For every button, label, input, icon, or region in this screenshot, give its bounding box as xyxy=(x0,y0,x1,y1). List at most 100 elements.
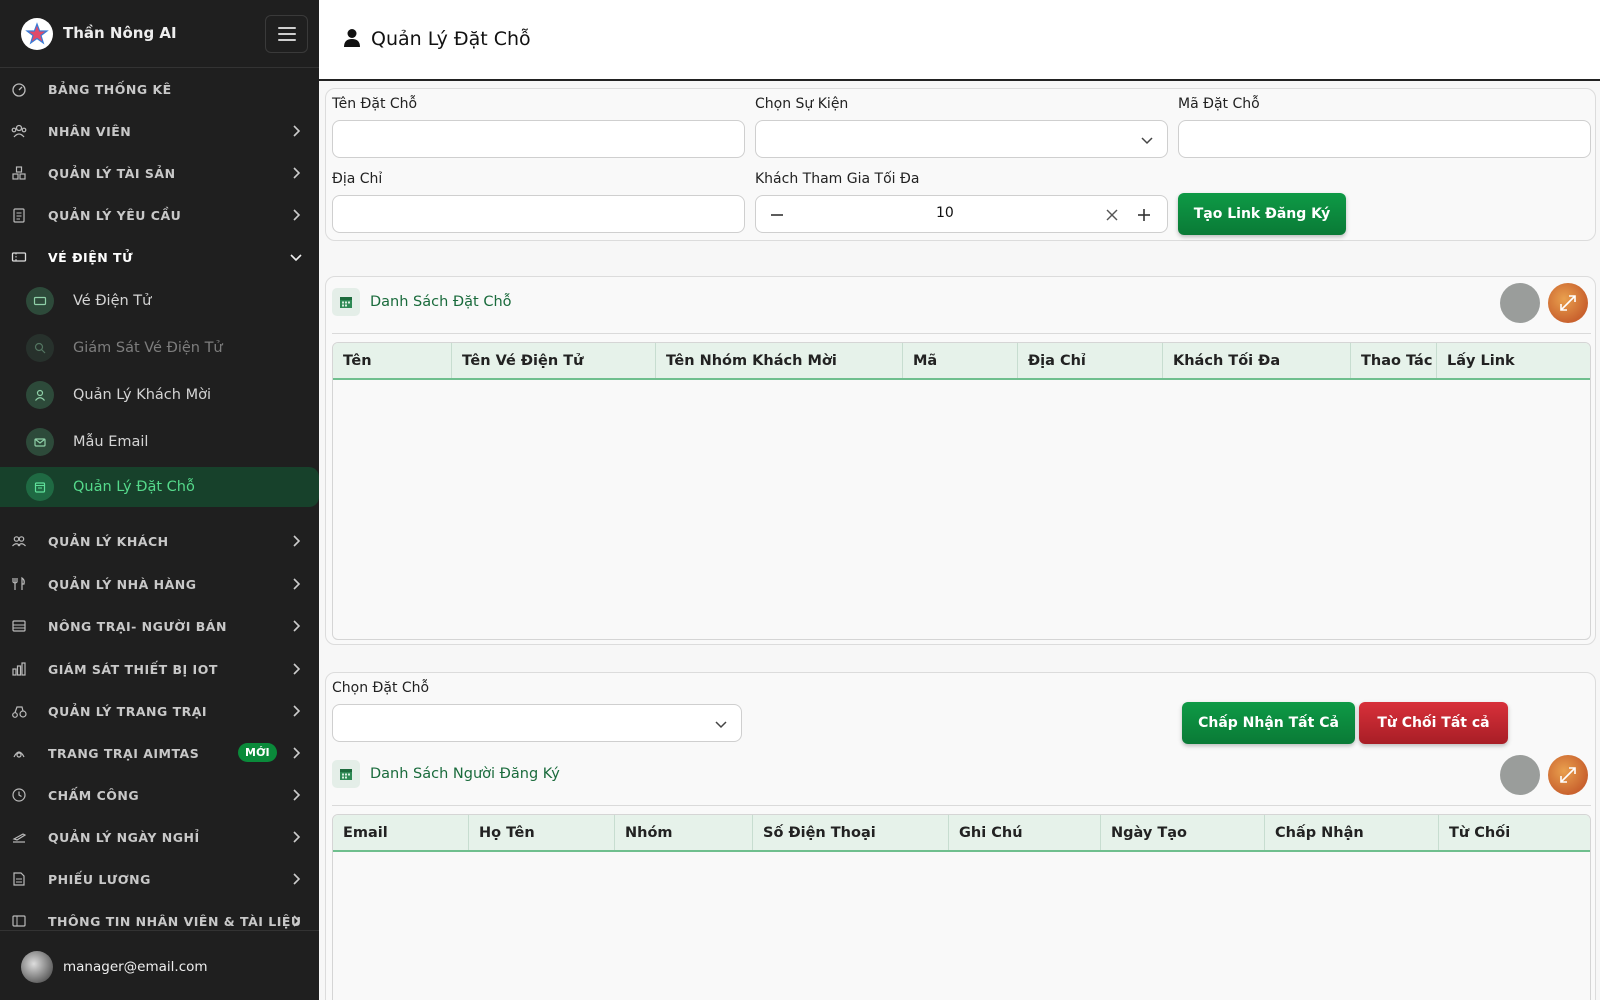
booking-form: Tên Đặt Chỗ Chọn Sự Kiện Mã Đặt Chỗ Địa … xyxy=(325,88,1596,241)
reject-all-button[interactable]: Từ Chối Tất cả xyxy=(1359,702,1508,744)
column-header[interactable]: Ghi Chú xyxy=(949,815,1101,850)
booking-name-label: Tên Đặt Chỗ xyxy=(332,96,418,112)
sidebar-item-label: CHẤM CÔNG xyxy=(48,787,140,803)
sidebar: Thần Nông AI BẢNG THỐNG KÊ NHÂN VIÊN QUẢ… xyxy=(0,0,319,1000)
column-header[interactable]: Email xyxy=(333,815,469,850)
sidebar-item-employee-documents[interactable]: THÔNG TIN NHÂN VIÊN & TÀI LIỆU xyxy=(0,900,319,930)
column-header[interactable]: Họ Tên xyxy=(469,815,615,850)
chevron-right-icon xyxy=(293,663,301,675)
sidebar-item-label: QUẢN LÝ NHÀ HÀNG xyxy=(48,576,197,592)
column-header[interactable]: Ngày Tạo xyxy=(1101,815,1265,850)
dashboard-icon xyxy=(11,81,27,97)
column-header[interactable]: Lấy Link xyxy=(1437,343,1590,378)
plus-icon[interactable] xyxy=(1137,208,1151,222)
sidebar-item-assets[interactable]: QUẢN LÝ TÀI SẢN xyxy=(0,152,319,194)
menu-toggle-button[interactable] xyxy=(265,15,308,53)
sidebar-subitem-email-template[interactable]: Mẫu Email xyxy=(0,421,319,463)
chevron-right-icon xyxy=(293,747,301,759)
minus-icon[interactable] xyxy=(770,208,784,222)
assets-icon xyxy=(11,165,27,181)
sidebar-item-guests[interactable]: QUẢN LÝ KHÁCH xyxy=(0,520,319,562)
sidebar-item-requests[interactable]: QUẢN LÝ YÊU CẦU xyxy=(0,194,319,236)
column-header[interactable]: Số Điện Thoại xyxy=(753,815,949,850)
booking-name-input[interactable] xyxy=(332,120,745,158)
clear-icon[interactable] xyxy=(1106,209,1118,221)
column-header[interactable]: Tên Vé Điện Tử xyxy=(452,343,656,378)
sidebar-item-staff[interactable]: NHÂN VIÊN xyxy=(0,110,319,152)
monitor-icon xyxy=(26,334,54,362)
chevron-right-icon xyxy=(293,578,301,590)
aimtas-icon xyxy=(11,745,27,761)
booking-list-title: Danh Sách Đặt Chỗ xyxy=(370,294,512,310)
booking-code-input[interactable] xyxy=(1178,120,1591,158)
address-input[interactable] xyxy=(332,195,745,233)
sidebar-item-payslip[interactable]: PHIẾU LƯƠNG xyxy=(0,858,319,900)
sidebar-item-dashboard[interactable]: BẢNG THỐNG KÊ xyxy=(0,68,319,110)
column-header[interactable]: Thao Tác xyxy=(1351,343,1437,378)
leave-icon xyxy=(11,829,27,845)
sidebar-subitem-e-ticket[interactable]: Vé Điện Tử xyxy=(0,280,319,322)
sidebar-subitem-e-ticket-monitor[interactable]: Giám Sát Vé Điện Tử xyxy=(0,327,319,369)
farm-icon xyxy=(11,703,27,719)
sidebar-item-farm-seller[interactable]: NÔNG TRẠI- NGƯỜI BÁN xyxy=(0,605,319,647)
sidebar-item-label: PHIẾU LƯƠNG xyxy=(48,871,151,887)
expand-button[interactable] xyxy=(1548,283,1588,323)
booking-select-label: Chọn Đặt Chỗ xyxy=(332,680,430,696)
sidebar-item-label: QUẢN LÝ TÀI SẢN xyxy=(48,165,176,181)
column-header[interactable]: Khách Tối Đa xyxy=(1163,343,1351,378)
chevron-right-icon xyxy=(293,705,301,717)
sidebar-item-e-ticket[interactable]: VÉ ĐIỆN TỬ xyxy=(0,236,319,278)
sidebar-item-leave[interactable]: QUẢN LÝ NGÀY NGHỈ xyxy=(0,816,319,858)
chevron-right-icon xyxy=(293,789,301,801)
page-title: Quản Lý Đặt Chỗ xyxy=(371,28,531,50)
column-header[interactable]: Chấp Nhận xyxy=(1265,815,1439,850)
sidebar-item-timekeeping[interactable]: CHẤM CÔNG xyxy=(0,774,319,816)
column-header[interactable]: Mã xyxy=(903,343,1018,378)
clock-icon xyxy=(11,787,27,803)
sidebar-item-aimtas[interactable]: TRANG TRẠI AIMTAS MỚI xyxy=(0,732,319,774)
chevron-down-icon xyxy=(1141,137,1153,145)
sidebar-item-label: THÔNG TIN NHÂN VIÊN & TÀI LIỆU xyxy=(48,913,302,929)
requests-icon xyxy=(11,207,27,223)
column-header[interactable]: Địa Chỉ xyxy=(1018,343,1163,378)
chevron-down-icon xyxy=(290,254,302,262)
max-guests-value[interactable]: 10 xyxy=(936,205,954,221)
user-profile[interactable]: manager@email.com xyxy=(0,930,319,1000)
column-header[interactable]: Nhóm xyxy=(615,815,753,850)
create-registration-link-button[interactable]: Tạo Link Đăng Ký xyxy=(1178,193,1346,235)
calendar-icon xyxy=(332,760,360,788)
column-header[interactable]: Từ Chối xyxy=(1439,815,1590,850)
chevron-right-icon xyxy=(293,535,301,547)
sidebar-subitem-guest-management[interactable]: Quản Lý Khách Mời xyxy=(0,374,319,416)
sidebar-subitem-booking-management[interactable]: Quản Lý Đặt Chỗ xyxy=(0,467,319,507)
refresh-button[interactable] xyxy=(1500,755,1540,795)
payslip-icon xyxy=(11,871,27,887)
sidebar-item-farm[interactable]: QUẢN LÝ TRANG TRẠI xyxy=(0,690,319,732)
table-header: Email Họ Tên Nhóm Số Điện Thoại Ghi Chú … xyxy=(333,815,1590,852)
brand-header: Thần Nông AI xyxy=(0,0,319,68)
sidebar-item-restaurant[interactable]: QUẢN LÝ NHÀ HÀNG xyxy=(0,563,319,605)
refresh-button[interactable] xyxy=(1500,283,1540,323)
accept-all-button[interactable]: Chấp Nhận Tất Cả xyxy=(1182,702,1355,744)
sidebar-item-label: BẢNG THỐNG KÊ xyxy=(48,81,172,97)
user-email: manager@email.com xyxy=(63,959,208,975)
calendar-icon xyxy=(26,473,54,501)
sidebar-item-label: NÔNG TRẠI- NGƯỜI BÁN xyxy=(48,618,227,634)
farm-seller-icon xyxy=(11,618,27,634)
sidebar-item-label: QUẢN LÝ KHÁCH xyxy=(48,533,169,549)
event-select-label: Chọn Sự Kiện xyxy=(755,96,849,112)
sidebar-item-label: QUẢN LÝ TRANG TRẠI xyxy=(48,703,208,719)
column-header[interactable]: Tên Nhóm Khách Mời xyxy=(656,343,903,378)
iot-icon xyxy=(11,661,27,677)
staff-icon xyxy=(11,123,27,139)
expand-button[interactable] xyxy=(1548,755,1588,795)
sidebar-item-label: TRANG TRẠI AIMTAS xyxy=(48,745,200,761)
sidebar-nav: BẢNG THỐNG KÊ NHÂN VIÊN QUẢN LÝ TÀI SẢN … xyxy=(0,68,319,930)
sidebar-item-iot[interactable]: GIÁM SÁT THIẾT BỊ IOT xyxy=(0,648,319,690)
guest-icon xyxy=(26,381,54,409)
event-select[interactable] xyxy=(755,120,1168,158)
booking-select[interactable] xyxy=(332,704,742,742)
guests-icon xyxy=(11,533,27,549)
column-header[interactable]: Tên xyxy=(333,343,452,378)
brand-logo[interactable] xyxy=(21,18,53,50)
